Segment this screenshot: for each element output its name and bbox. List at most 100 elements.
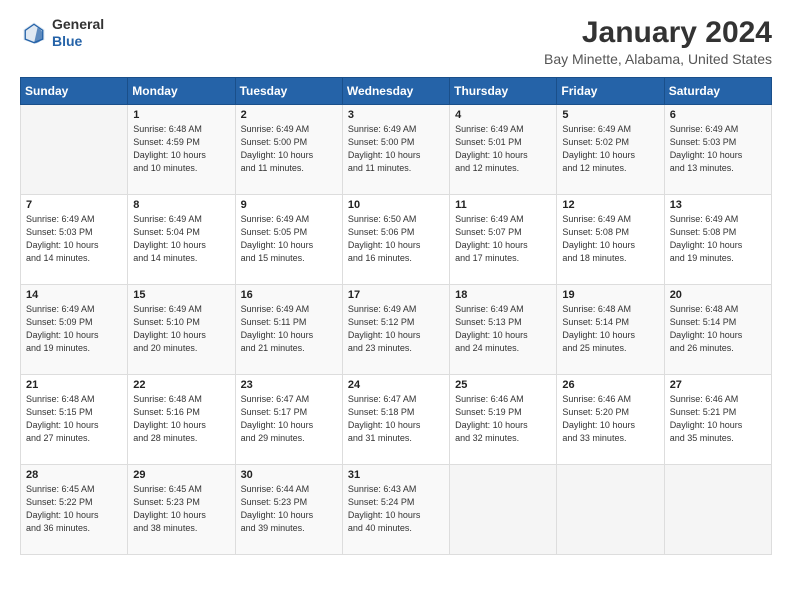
day-info: Sunrise: 6:49 AM Sunset: 5:12 PM Dayligh… (348, 303, 444, 355)
calendar-header-sunday: Sunday (21, 78, 128, 105)
calendar-cell: 19Sunrise: 6:48 AM Sunset: 5:14 PM Dayli… (557, 285, 664, 375)
logo-line2: Blue (52, 33, 104, 50)
day-number: 27 (670, 379, 766, 391)
day-info: Sunrise: 6:46 AM Sunset: 5:19 PM Dayligh… (455, 393, 551, 445)
calendar-cell: 7 Sunrise: 6:49 AM Sunset: 5:03 PM Daylig… (21, 195, 128, 285)
calendar-cell: 29 Sunrise: 6:45 AM Sunset: 5:23 PM Dayli… (128, 465, 235, 555)
day-number: 28 (26, 469, 122, 481)
day-number: 4 (455, 109, 551, 121)
logo-line1: General (52, 16, 104, 33)
day-number: 22 (133, 379, 229, 391)
calendar-cell: 8 Sunrise: 6:49 AM Sunset: 5:04 PM Daylig… (128, 195, 235, 285)
day-info: Sunrise: 6:49 AM Sunset: 5:02 PM Dayligh… (562, 123, 658, 175)
calendar-cell: 26Sunrise: 6:46 AM Sunset: 5:20 PM Dayli… (557, 375, 664, 465)
calendar-cell: 4 Sunrise: 6:49 AM Sunset: 5:01 PM Daylig… (450, 105, 557, 195)
day-number: 20 (670, 289, 766, 301)
calendar-cell: 3Sunrise: 6:49 AM Sunset: 5:00 PM Daylig… (342, 105, 449, 195)
calendar-cell: 23Sunrise: 6:47 AM Sunset: 5:17 PM Dayli… (235, 375, 342, 465)
day-info: Sunrise: 6:45 AM Sunset: 5:22 PM Dayligh… (26, 483, 122, 535)
calendar-cell: 12 Sunrise: 6:49 AM Sunset: 5:08 PM Dayli… (557, 195, 664, 285)
day-number: 7 (26, 199, 122, 211)
day-number: 9 (241, 199, 337, 211)
day-info: Sunrise: 6:50 AM Sunset: 5:06 PM Dayligh… (348, 213, 444, 265)
calendar-cell: 2 Sunrise: 6:49 AM Sunset: 5:00 PM Daylig… (235, 105, 342, 195)
day-number: 17 (348, 289, 444, 301)
day-info: Sunrise: 6:48 AM Sunset: 5:16 PM Dayligh… (133, 393, 229, 445)
logo-text: General Blue (52, 16, 104, 50)
calendar-cell: 21 Sunrise: 6:48 AM Sunset: 5:15 PM Dayli… (21, 375, 128, 465)
day-info: Sunrise: 6:49 AM Sunset: 5:07 PM Dayligh… (455, 213, 551, 265)
day-number: 30 (241, 469, 337, 481)
subtitle: Bay Minette, Alabama, United States (544, 51, 772, 67)
day-info: Sunrise: 6:48 AM Sunset: 4:59 PM Dayligh… (133, 123, 229, 175)
page: General Blue January 2024 Bay Minette, A… (0, 0, 792, 612)
calendar-cell: 22 Sunrise: 6:48 AM Sunset: 5:16 PM Dayli… (128, 375, 235, 465)
day-number: 21 (26, 379, 122, 391)
calendar-cell: 10Sunrise: 6:50 AM Sunset: 5:06 PM Dayli… (342, 195, 449, 285)
calendar-cell (21, 105, 128, 195)
day-number: 14 (26, 289, 122, 301)
day-number: 6 (670, 109, 766, 121)
calendar-cell: 27 Sunrise: 6:46 AM Sunset: 5:21 PM Dayli… (664, 375, 771, 465)
day-number: 24 (348, 379, 444, 391)
logo-icon (20, 19, 48, 47)
day-number: 25 (455, 379, 551, 391)
day-info: Sunrise: 6:49 AM Sunset: 5:13 PM Dayligh… (455, 303, 551, 355)
calendar-cell: 11 Sunrise: 6:49 AM Sunset: 5:07 PM Dayli… (450, 195, 557, 285)
day-info: Sunrise: 6:49 AM Sunset: 5:08 PM Dayligh… (670, 213, 766, 265)
header: General Blue January 2024 Bay Minette, A… (20, 16, 772, 67)
day-info: Sunrise: 6:45 AM Sunset: 5:23 PM Dayligh… (133, 483, 229, 535)
calendar-week-row: 28 Sunrise: 6:45 AM Sunset: 5:22 PM Dayli… (21, 465, 772, 555)
calendar-cell: 1 Sunrise: 6:48 AM Sunset: 4:59 PM Daylig… (128, 105, 235, 195)
day-info: Sunrise: 6:44 AM Sunset: 5:23 PM Dayligh… (241, 483, 337, 535)
calendar-cell: 25 Sunrise: 6:46 AM Sunset: 5:19 PM Dayli… (450, 375, 557, 465)
calendar-cell: 6 Sunrise: 6:49 AM Sunset: 5:03 PM Daylig… (664, 105, 771, 195)
day-info: Sunrise: 6:48 AM Sunset: 5:14 PM Dayligh… (562, 303, 658, 355)
calendar-cell (450, 465, 557, 555)
calendar-header-friday: Friday (557, 78, 664, 105)
calendar-week-row: 7 Sunrise: 6:49 AM Sunset: 5:03 PM Daylig… (21, 195, 772, 285)
day-info: Sunrise: 6:43 AM Sunset: 5:24 PM Dayligh… (348, 483, 444, 535)
day-info: Sunrise: 6:49 AM Sunset: 5:10 PM Dayligh… (133, 303, 229, 355)
calendar-cell (664, 465, 771, 555)
day-info: Sunrise: 6:49 AM Sunset: 5:09 PM Dayligh… (26, 303, 122, 355)
day-info: Sunrise: 6:49 AM Sunset: 5:01 PM Dayligh… (455, 123, 551, 175)
day-number: 1 (133, 109, 229, 121)
calendar-header-monday: Monday (128, 78, 235, 105)
day-number: 11 (455, 199, 551, 211)
day-info: Sunrise: 6:46 AM Sunset: 5:21 PM Dayligh… (670, 393, 766, 445)
day-info: Sunrise: 6:47 AM Sunset: 5:17 PM Dayligh… (241, 393, 337, 445)
calendar-week-row: 14 Sunrise: 6:49 AM Sunset: 5:09 PM Dayli… (21, 285, 772, 375)
day-info: Sunrise: 6:48 AM Sunset: 5:15 PM Dayligh… (26, 393, 122, 445)
day-info: Sunrise: 6:49 AM Sunset: 5:03 PM Dayligh… (670, 123, 766, 175)
calendar-cell: 18 Sunrise: 6:49 AM Sunset: 5:13 PM Dayli… (450, 285, 557, 375)
day-info: Sunrise: 6:48 AM Sunset: 5:14 PM Dayligh… (670, 303, 766, 355)
day-number: 15 (133, 289, 229, 301)
calendar-cell: 9Sunrise: 6:49 AM Sunset: 5:05 PM Daylig… (235, 195, 342, 285)
calendar-cell: 24Sunrise: 6:47 AM Sunset: 5:18 PM Dayli… (342, 375, 449, 465)
calendar-week-row: 21 Sunrise: 6:48 AM Sunset: 5:15 PM Dayli… (21, 375, 772, 465)
day-number: 29 (133, 469, 229, 481)
day-info: Sunrise: 6:49 AM Sunset: 5:04 PM Dayligh… (133, 213, 229, 265)
calendar-cell: 13 Sunrise: 6:49 AM Sunset: 5:08 PM Dayli… (664, 195, 771, 285)
calendar-cell: 28 Sunrise: 6:45 AM Sunset: 5:22 PM Dayli… (21, 465, 128, 555)
logo: General Blue (20, 16, 104, 50)
day-number: 18 (455, 289, 551, 301)
day-info: Sunrise: 6:49 AM Sunset: 5:08 PM Dayligh… (562, 213, 658, 265)
day-info: Sunrise: 6:49 AM Sunset: 5:00 PM Dayligh… (241, 123, 337, 175)
day-number: 2 (241, 109, 337, 121)
day-number: 31 (348, 469, 444, 481)
calendar-cell: 20 Sunrise: 6:48 AM Sunset: 5:14 PM Dayli… (664, 285, 771, 375)
day-info: Sunrise: 6:49 AM Sunset: 5:11 PM Dayligh… (241, 303, 337, 355)
calendar-header-wednesday: Wednesday (342, 78, 449, 105)
title-block: January 2024 Bay Minette, Alabama, Unite… (544, 16, 772, 67)
day-number: 5 (562, 109, 658, 121)
calendar-cell: 15 Sunrise: 6:49 AM Sunset: 5:10 PM Dayli… (128, 285, 235, 375)
calendar-cell: 17 Sunrise: 6:49 AM Sunset: 5:12 PM Dayli… (342, 285, 449, 375)
day-number: 12 (562, 199, 658, 211)
day-info: Sunrise: 6:49 AM Sunset: 5:03 PM Dayligh… (26, 213, 122, 265)
day-number: 16 (241, 289, 337, 301)
day-number: 13 (670, 199, 766, 211)
calendar-cell: 5 Sunrise: 6:49 AM Sunset: 5:02 PM Daylig… (557, 105, 664, 195)
day-number: 8 (133, 199, 229, 211)
